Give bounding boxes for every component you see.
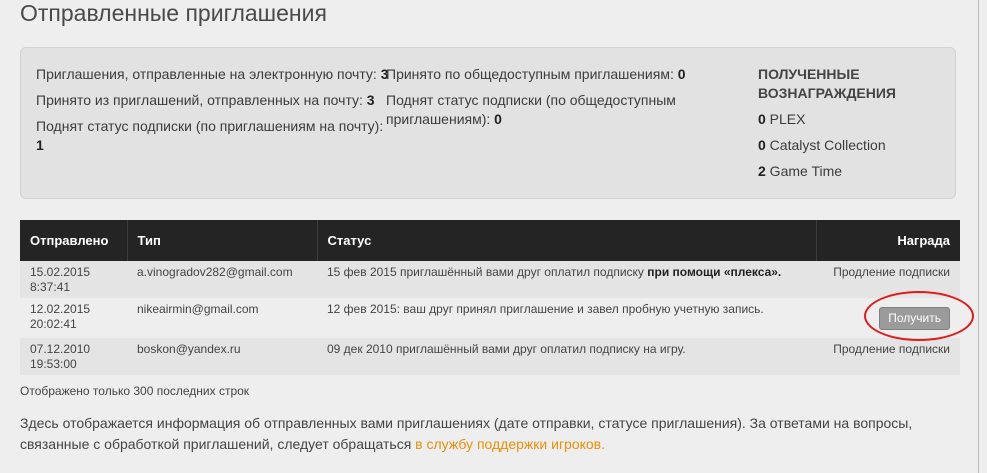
table-row: 15.02.2015 8:37:41 a.vinogradov282@gmail.… — [20, 261, 960, 298]
support-link[interactable]: в службу поддержки игроков. — [415, 436, 605, 452]
stat-email-upgraded: Поднят статус подписки (по приглашениям … — [36, 117, 391, 155]
page-title: Отправленные приглашения — [20, 0, 327, 26]
reward-count: 0 — [758, 111, 766, 127]
rewards-title: ПОЛУЧЕННЫЕ ВОЗНАГРАЖДЕНИЯ — [758, 66, 896, 101]
claim-reward-button[interactable]: Получить — [879, 307, 950, 330]
table-header-row: Отправлено Тип Статус Награда — [20, 220, 960, 261]
public-invite-stats: Принято по общедоступным приглашениям: 0… — [386, 65, 706, 136]
status-text: 15 фев 2015 приглашённый вами друг оплат… — [327, 265, 648, 279]
stat-value: 3 — [366, 92, 375, 108]
reward-cell: Продление подписки — [816, 261, 960, 298]
reward-game-time: 2 Game Time — [758, 162, 938, 181]
rows-limit-note: Отображено только 300 последних строк — [20, 384, 250, 398]
reward-cell: Продление подписки — [816, 338, 960, 375]
stat-value: 1 — [36, 137, 44, 153]
sent-date: 07.12.2010 — [30, 342, 91, 356]
rewards-summary: ПОЛУЧЕННЫЕ ВОЗНАГРАЖДЕНИЯ 0 PLEX 0 Catal… — [758, 65, 938, 188]
stat-public-upgraded: Поднят статус подписки (по общедоступным… — [386, 91, 706, 129]
reward-cell: Получить — [816, 298, 960, 338]
sent-time: 8:37:41 — [30, 280, 71, 294]
stat-label: Приглашения, отправленные на электронную… — [36, 66, 381, 82]
reward-name: Catalyst Collection — [765, 137, 886, 153]
column-header-status[interactable]: Статус — [317, 220, 817, 261]
table-row: 07.12.2010 19:53:00 boskon@yandex.ru 09 д… — [20, 338, 960, 375]
stat-value: 0 — [494, 111, 502, 127]
table-row: 12.02.2015 20:02:41 nikeairmin@gmail.com … — [20, 298, 960, 338]
column-header-reward[interactable]: Награда — [816, 220, 960, 261]
scrollbar-edge — [978, 0, 979, 473]
stat-public-accepted: Принято по общедоступным приглашениям: 0 — [386, 65, 706, 84]
email-invite-stats: Приглашения, отправленные на электронную… — [36, 65, 391, 162]
reward-name: PLEX — [765, 111, 806, 127]
type-cell: a.vinogradov282@gmail.com — [127, 261, 317, 298]
stat-label: Поднят статус подписки (по общедоступным… — [386, 92, 676, 127]
sent-date: 15.02.2015 — [30, 265, 91, 279]
status-emphasis: при помощи «плекса». — [647, 265, 782, 279]
sent-time: 20:02:41 — [30, 317, 77, 331]
reward-count: 0 — [758, 137, 766, 153]
stat-label: Поднят статус подписки (по приглашениям … — [36, 118, 384, 134]
status-text: 12 фев 2015: ваш друг принял приглашение… — [327, 302, 764, 316]
column-header-sent[interactable]: Отправлено — [20, 220, 128, 261]
column-header-type[interactable]: Тип — [127, 220, 318, 261]
reward-count: 2 — [758, 163, 766, 179]
status-cell: 15 фев 2015 приглашённый вами друг оплат… — [317, 261, 817, 298]
reward-catalyst: 0 Catalyst Collection — [758, 136, 938, 155]
sent-time: 19:53:00 — [30, 357, 77, 371]
stat-value: 0 — [677, 66, 686, 82]
reward-plex: 0 PLEX — [758, 110, 938, 129]
invitations-table: Отправлено Тип Статус Награда 15.02.2015… — [20, 220, 960, 375]
sent-date: 12.02.2015 — [30, 302, 91, 316]
type-cell: nikeairmin@gmail.com — [127, 298, 317, 338]
status-cell: 12 фев 2015: ваш друг принял приглашение… — [317, 298, 817, 338]
sent-cell: 07.12.2010 19:53:00 — [20, 338, 127, 375]
type-cell: boskon@yandex.ru — [127, 338, 317, 375]
footer-info: Здесь отображается информация об отправл… — [20, 413, 970, 455]
sent-cell: 12.02.2015 20:02:41 — [20, 298, 127, 338]
status-cell: 09 дек 2010 приглашённый вами друг оплат… — [317, 338, 817, 375]
sent-cell: 15.02.2015 8:37:41 — [20, 261, 127, 298]
status-text: 09 дек 2010 приглашённый вами друг оплат… — [327, 342, 686, 356]
stat-label: Принято из приглашений, отправленных на … — [36, 92, 367, 108]
stat-email-accepted: Принято из приглашений, отправленных на … — [36, 91, 391, 110]
summary-panel: Приглашения, отправленные на электронную… — [20, 47, 956, 199]
reward-name: Game Time — [765, 163, 843, 179]
stat-email-sent: Приглашения, отправленные на электронную… — [36, 65, 391, 84]
stat-label: Принято по общедоступным приглашениям: — [386, 66, 678, 82]
